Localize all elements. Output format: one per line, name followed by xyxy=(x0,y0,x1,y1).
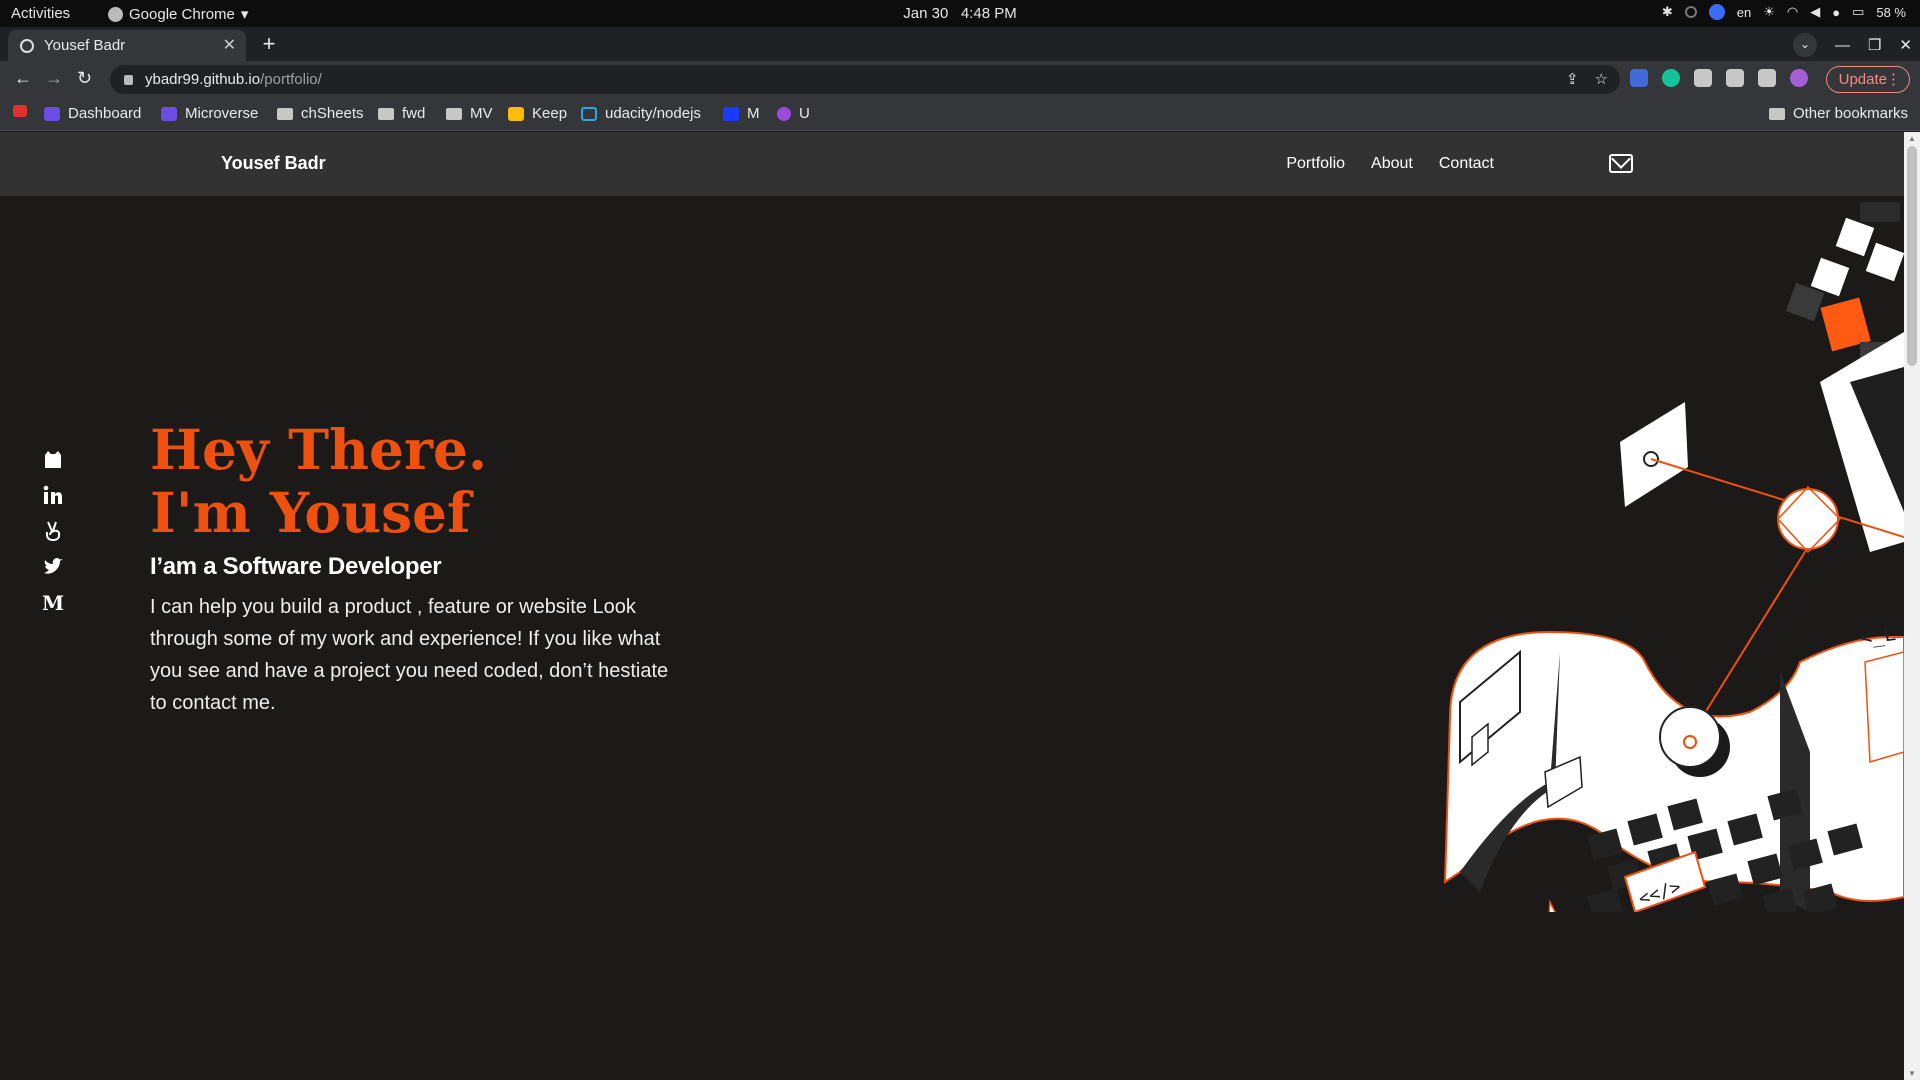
profile-avatar[interactable] xyxy=(1790,69,1808,87)
address-bar[interactable]: ybadr99.github.io/portfolio/ ⇪ ☆ xyxy=(110,65,1620,94)
keep-icon xyxy=(508,106,524,121)
bookmark-dashboard[interactable]: Dashboard xyxy=(44,105,141,122)
scroll-down-icon[interactable]: ▼ xyxy=(1908,1069,1916,1078)
volume-icon: ◀ xyxy=(1810,4,1821,19)
site-nav: Portfolio About Contact xyxy=(1286,155,1494,173)
folder-icon xyxy=(446,107,462,120)
bookmark-udacity[interactable]: udacity/nodejs xyxy=(581,105,701,122)
udacity-icon xyxy=(581,106,597,121)
reading-list-icon[interactable] xyxy=(1726,69,1744,87)
extensions-area xyxy=(1630,69,1808,87)
code-tag-right: <_L xyxy=(1858,621,1897,650)
diamond-card xyxy=(1620,402,1688,507)
lock-icon[interactable] xyxy=(124,74,133,85)
hero-title: Hey There. I'm Yousef xyxy=(150,417,488,545)
app-indicator-icon[interactable] xyxy=(1708,4,1725,20)
web-page: Yousef Badr Portfolio About Contact M He… xyxy=(0,132,1904,1080)
battery-percent: 58 % xyxy=(1876,4,1906,20)
linkedin-icon[interactable] xyxy=(42,484,64,506)
nav-contact[interactable]: Contact xyxy=(1439,155,1494,173)
activities-button[interactable]: Activities xyxy=(11,5,70,22)
bookmarks-bar: Dashboard Microverse chSheets fwd MV Kee… xyxy=(0,98,1920,131)
slack-icon[interactable]: ✱ xyxy=(1662,4,1673,20)
share-icon[interactable]: ⇪ xyxy=(1566,70,1579,88)
twitter-icon[interactable] xyxy=(42,556,64,578)
tab-search-button[interactable]: ⌄ xyxy=(1792,33,1817,57)
app-name: Google Chrome xyxy=(129,5,235,23)
new-tab-button[interactable]: + xyxy=(256,32,282,58)
microverse-icon xyxy=(44,106,60,121)
mail-icon[interactable] xyxy=(1609,154,1633,173)
bookmark-fwd[interactable]: fwd xyxy=(378,105,425,122)
scrollbar-thumb[interactable] xyxy=(1907,146,1917,366)
u-icon xyxy=(777,106,791,121)
grammarly-icon[interactable] xyxy=(1662,69,1680,87)
microphone-icon: ● xyxy=(1832,4,1841,20)
microverse-icon xyxy=(161,106,177,121)
page-scrollbar[interactable]: ▲ ▼ xyxy=(1904,132,1920,1080)
browser-tab[interactable]: Yousef Badr ✕ xyxy=(8,30,246,61)
tab-title: Yousef Badr xyxy=(44,37,126,54)
hero-subtitle: I’am a Software Developer xyxy=(150,553,442,580)
site-header: Yousef Badr Portfolio About Contact xyxy=(0,132,1904,196)
medium-icon[interactable]: M xyxy=(42,592,64,614)
angellist-icon[interactable] xyxy=(42,520,64,542)
reload-button[interactable]: ↻ xyxy=(77,68,92,89)
folder-icon xyxy=(277,107,293,120)
hero-description: I can help you build a product , feature… xyxy=(150,596,669,714)
chrome-icon xyxy=(108,6,123,22)
minimize-button[interactable]: — xyxy=(1835,37,1850,54)
restore-button[interactable]: ❐ xyxy=(1868,36,1881,54)
brightness-icon: ☀ xyxy=(1763,4,1775,19)
bookmark-mv[interactable]: MV xyxy=(446,105,493,122)
bookmark-star-icon[interactable]: ☆ xyxy=(1595,70,1608,88)
system-tray[interactable]: ✱ en ☀ ◠ ◀ ● ▭ 58 % xyxy=(1662,4,1906,20)
close-window-button[interactable]: ✕ xyxy=(1899,36,1912,54)
chevron-down-icon: ▾ xyxy=(240,6,249,23)
url-host: ybadr99.github.io xyxy=(145,71,261,88)
back-button[interactable]: ← xyxy=(14,68,32,89)
language-indicator[interactable]: en xyxy=(1737,5,1751,20)
bookmark-u[interactable]: U xyxy=(777,105,810,122)
close-tab-icon[interactable]: ✕ xyxy=(223,35,236,55)
window-controls: ⌄ — ❐ ✕ xyxy=(1792,33,1912,57)
nav-portfolio[interactable]: Portfolio xyxy=(1286,155,1345,173)
extensions-puzzle-icon[interactable] xyxy=(1694,69,1712,87)
other-bookmarks[interactable]: Other bookmarks xyxy=(1768,105,1908,122)
hero-illustration: <</> <_L xyxy=(1443,202,1904,912)
side-panel-icon[interactable] xyxy=(1758,69,1776,87)
clock[interactable]: Jan 30 4:48 PM xyxy=(0,5,1920,22)
status-circle-icon[interactable] xyxy=(1684,6,1697,18)
bitwarden-icon[interactable] xyxy=(1630,69,1648,87)
scroll-up-icon[interactable]: ▲ xyxy=(1908,134,1916,143)
folder-icon xyxy=(1768,107,1785,120)
forward-button[interactable]: → xyxy=(45,68,63,89)
tab-strip: Yousef Badr ✕ + ⌄ — ❐ ✕ xyxy=(0,27,1920,61)
bookmark-chsheets[interactable]: chSheets xyxy=(277,105,364,122)
more-icon: ⋮ xyxy=(1886,71,1901,88)
app-menu[interactable]: Google Chrome ▾ xyxy=(108,5,248,23)
apps-bookmark[interactable] xyxy=(13,105,27,117)
browser-toolbar: ← → ↻ ybadr99.github.io/portfolio/ ⇪ ☆ U… xyxy=(0,61,1920,98)
github-icon[interactable] xyxy=(42,448,64,470)
globe-icon xyxy=(20,38,34,53)
os-top-bar: Activities Google Chrome ▾ Jan 30 4:48 P… xyxy=(0,0,1920,27)
apps-icon xyxy=(13,105,27,117)
nav-about[interactable]: About xyxy=(1371,155,1413,173)
bookmark-keep[interactable]: Keep xyxy=(508,105,567,122)
mail-app-icon xyxy=(723,106,739,121)
bookmark-m[interactable]: M xyxy=(723,105,760,122)
site-brand[interactable]: Yousef Badr xyxy=(221,153,326,174)
wifi-icon: ◠ xyxy=(1786,4,1799,19)
folder-icon xyxy=(378,107,394,120)
social-links: M xyxy=(42,448,64,614)
battery-icon: ▭ xyxy=(1852,4,1865,19)
update-button[interactable]: Update ⋮ xyxy=(1825,66,1910,93)
url-path: /portfolio/ xyxy=(260,71,322,88)
bookmark-microverse[interactable]: Microverse xyxy=(161,105,258,122)
